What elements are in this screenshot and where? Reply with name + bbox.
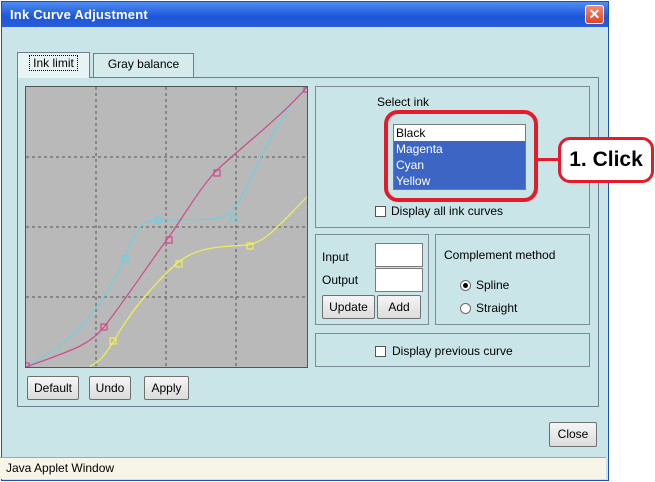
- update-button[interactable]: Update: [322, 295, 375, 319]
- display-previous-label: Display previous curve: [392, 344, 513, 358]
- undo-button[interactable]: Undo: [89, 376, 131, 400]
- close-window-icon[interactable]: ✕: [585, 5, 604, 24]
- status-bar-text: Java Applet Window: [6, 461, 115, 475]
- input-label: Input: [322, 250, 349, 264]
- click-callout: 1. Click: [558, 137, 654, 183]
- click-highlight-box: [384, 110, 538, 202]
- select-ink-label: Select ink: [377, 95, 430, 109]
- callout-connector: [538, 158, 560, 161]
- output-field[interactable]: [375, 268, 423, 292]
- add-button[interactable]: Add: [377, 295, 421, 319]
- straight-label: Straight: [476, 301, 518, 315]
- apply-button[interactable]: Apply: [144, 376, 189, 400]
- spline-radio[interactable]: [460, 280, 471, 291]
- graph-grid: [26, 87, 307, 367]
- tab-ink-limit[interactable]: Ink limit: [17, 52, 90, 78]
- output-label: Output: [322, 273, 359, 287]
- straight-radio[interactable]: [460, 303, 471, 314]
- title-bar: Ink Curve Adjustment ✕: [2, 2, 608, 27]
- default-button[interactable]: Default: [27, 376, 79, 400]
- display-previous-checkbox[interactable]: [375, 346, 386, 357]
- window-title: Ink Curve Adjustment: [10, 7, 148, 22]
- curve-svg[interactable]: [26, 87, 307, 367]
- display-all-label: Display all ink curves: [391, 204, 504, 218]
- tab-gray-balance[interactable]: Gray balance: [93, 53, 194, 77]
- spline-label: Spline: [476, 278, 510, 292]
- complement-method-title: Complement method: [444, 248, 556, 262]
- input-field[interactable]: [375, 243, 423, 267]
- display-all-checkbox[interactable]: [375, 206, 386, 217]
- status-bar: Java Applet Window: [0, 457, 606, 479]
- tab-gray-balance-label: Gray balance: [107, 57, 180, 71]
- tab-ink-limit-label: Ink limit: [29, 55, 78, 71]
- yellow-curve: [89, 196, 307, 367]
- close-button[interactable]: Close: [549, 422, 597, 447]
- ink-curve-graph[interactable]: [25, 86, 308, 368]
